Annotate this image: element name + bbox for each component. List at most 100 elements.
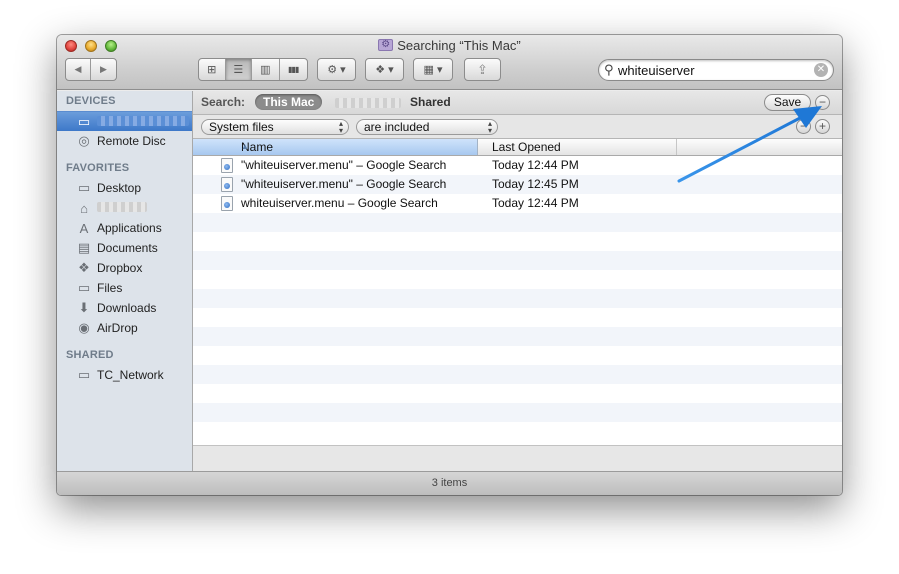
- coverflow-view-button[interactable]: ▮▮▮: [280, 59, 307, 80]
- criteria-operator-value: are included: [364, 120, 430, 134]
- documents-icon: ▤: [77, 240, 91, 255]
- empty-row: [193, 365, 842, 384]
- sidebar-item-documents[interactable]: ▤ Documents: [57, 238, 192, 258]
- webloc-file-icon: [221, 196, 233, 211]
- result-last-opened: Today 12:44 PM: [492, 158, 579, 172]
- list-view-button[interactable]: ☰: [225, 59, 253, 80]
- sidebar-item-downloads[interactable]: ⬇ Downloads: [57, 298, 192, 318]
- sidebar-item-desktop[interactable]: ▭ Desktop: [57, 178, 192, 198]
- result-name: "whiteuiserver.menu" – Google Search: [241, 158, 447, 172]
- criteria-attribute-select[interactable]: System files ▴ ▾: [201, 119, 349, 135]
- empty-row: [193, 213, 842, 232]
- empty-row: [193, 232, 842, 251]
- window-title-text: Searching “This Mac”: [397, 38, 521, 53]
- action-menu-button[interactable]: ⚙ ▾: [317, 58, 356, 81]
- sidebar-header-shared: SHARED: [66, 349, 114, 361]
- sidebar-item-this-computer[interactable]: ▭: [57, 111, 192, 131]
- scope-shared-button[interactable]: Shared: [410, 95, 451, 109]
- sidebar-item-home[interactable]: ⌂: [57, 198, 192, 218]
- downloads-icon: ⬇: [78, 300, 90, 315]
- sidebar-item-label: AirDrop: [97, 321, 138, 335]
- column-header-name[interactable]: Name ▲: [193, 139, 478, 155]
- remove-criteria-button[interactable]: −: [796, 119, 811, 134]
- sidebar-item-label: Files: [97, 281, 123, 295]
- horizontal-scroll-area[interactable]: [193, 445, 842, 471]
- scope-redacted-folder-button[interactable]: [335, 97, 401, 111]
- finder-window: Searching “This Mac” ◀ ▶ ⊞ ☰ ▥ ▮▮▮ ⚙ ▾ ❖…: [57, 35, 842, 495]
- forward-button[interactable]: ▶: [91, 59, 116, 80]
- sidebar-item-tc-network[interactable]: ▭ TC_Network: [57, 365, 192, 385]
- popup-arrows-icon: ▴ ▾: [338, 119, 343, 135]
- sidebar-item-applications[interactable]: A Applications: [57, 218, 192, 238]
- add-criteria-button[interactable]: +: [815, 119, 830, 134]
- back-button[interactable]: ◀: [66, 59, 92, 80]
- remove-search-button[interactable]: −: [815, 95, 830, 110]
- redacted-device-name: [97, 115, 189, 129]
- window-title: Searching “This Mac”: [57, 37, 842, 54]
- gear-icon: ⚙ ▾: [327, 64, 346, 76]
- column-header-last-opened-label: Last Opened: [492, 140, 561, 154]
- arrange-menu-button[interactable]: ▦ ▾: [413, 58, 453, 81]
- back-arrow-icon: ◀: [74, 64, 82, 74]
- search-results-pane: Search: This Mac Shared Save − System fi…: [193, 91, 842, 471]
- empty-row: [193, 384, 842, 403]
- sidebar-item-label: TC_Network: [97, 368, 164, 382]
- dropbox-menu-button[interactable]: ❖ ▾: [365, 58, 404, 81]
- search-field[interactable]: ⚲ ✕: [598, 59, 834, 81]
- table-row[interactable]: "whiteuiserver.menu" – Google Search Tod…: [193, 156, 842, 175]
- column-header-last-opened[interactable]: Last Opened: [479, 139, 677, 155]
- criteria-operator-select[interactable]: are included ▴ ▾: [356, 119, 498, 135]
- column-view-button[interactable]: ▥: [252, 59, 280, 80]
- search-input[interactable]: [618, 62, 808, 78]
- result-last-opened: Today 12:45 PM: [492, 177, 579, 191]
- sidebar: DEVICES ▭ ◎ Remote Disc FAVORITES ▭ Desk…: [57, 91, 193, 471]
- network-drive-icon: ▭: [77, 367, 91, 382]
- column-view-icon: ▥: [260, 64, 271, 76]
- smart-folder-icon: [378, 37, 394, 53]
- view-mode-control: ⊞ ☰ ▥ ▮▮▮: [198, 58, 308, 81]
- save-search-button[interactable]: Save: [764, 94, 811, 111]
- scope-this-mac-button[interactable]: This Mac: [255, 94, 323, 110]
- redacted-home-name: [97, 201, 147, 215]
- sort-ascending-icon: ▲: [241, 142, 249, 151]
- desktop-icon: ▭: [77, 180, 91, 195]
- applications-icon: A: [79, 220, 89, 236]
- sidebar-item-label: Remote Disc: [97, 134, 166, 148]
- sidebar-item-dropbox[interactable]: ❖ Dropbox: [57, 258, 192, 278]
- empty-row: [193, 403, 842, 422]
- share-icon: ⇪: [477, 61, 488, 77]
- sidebar-item-remote-disc[interactable]: ◎ Remote Disc: [57, 131, 192, 151]
- back-forward-control: ◀ ▶: [65, 58, 117, 81]
- sidebar-item-files[interactable]: ▭ Files: [57, 278, 192, 298]
- result-name: "whiteuiserver.menu" – Google Search: [241, 177, 447, 191]
- webloc-file-icon: [221, 177, 233, 192]
- result-name: whiteuiserver.menu – Google Search: [241, 196, 438, 210]
- share-button[interactable]: ⇪: [464, 58, 501, 81]
- sidebar-item-label: Downloads: [97, 301, 157, 315]
- sidebar-item-label: Documents: [97, 241, 158, 255]
- search-criteria-row: System files ▴ ▾ are included ▴ ▾ − +: [193, 115, 842, 139]
- icon-view-button[interactable]: ⊞: [199, 59, 226, 80]
- arrange-icon: ▦ ▾: [423, 64, 443, 76]
- search-scope-label: Search:: [201, 95, 246, 109]
- column-header-row: Name ▲ Last Opened: [193, 139, 842, 156]
- table-row[interactable]: "whiteuiserver.menu" – Google Search Tod…: [193, 175, 842, 194]
- sidebar-item-label: Applications: [97, 221, 162, 235]
- clear-search-icon[interactable]: ✕: [814, 63, 828, 77]
- laptop-icon: ▭: [77, 113, 91, 129]
- sidebar-item-label: Desktop: [97, 181, 142, 195]
- sidebar-header-devices: DEVICES: [66, 95, 116, 107]
- empty-row: [193, 346, 842, 365]
- empty-row: [193, 251, 842, 270]
- empty-row: [193, 289, 842, 308]
- forward-arrow-icon: ▶: [100, 64, 107, 74]
- empty-row: [193, 327, 842, 346]
- empty-row: [193, 422, 842, 441]
- search-scope-bar: Search: This Mac Shared Save −: [193, 91, 842, 115]
- sidebar-item-airdrop[interactable]: ◉ AirDrop: [57, 318, 192, 338]
- dropbox-icon: ❖: [78, 260, 90, 275]
- table-row[interactable]: whiteuiserver.menu – Google Search Today…: [193, 194, 842, 213]
- search-icon: ⚲: [604, 62, 614, 77]
- list-view-icon: ☰: [233, 64, 244, 76]
- airdrop-icon: ◉: [78, 320, 90, 335]
